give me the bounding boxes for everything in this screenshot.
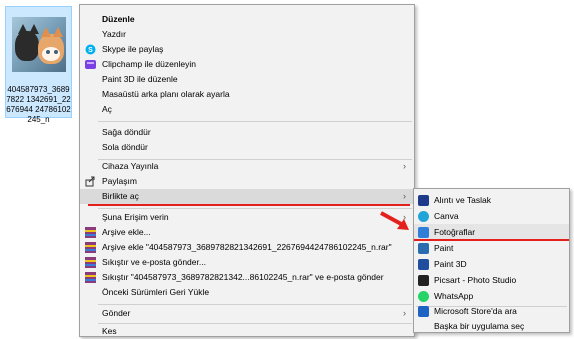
submenu-item-label: Microsoft Store'da ara [434,306,517,316]
submenu-item-store-search[interactable]: Microsoft Store'da ara [414,303,569,319]
menu-item-send-to[interactable]: Gönder › [80,306,414,321]
menu-item-label: Gönder [102,308,131,318]
menu-item-give-access[interactable]: Şuna Erişim verin › [80,210,414,225]
menu-item-label: Birlikte aç [102,191,139,201]
menu-item-open[interactable]: Aç [80,102,414,117]
menu-item-rotate-left[interactable]: Sola döndür [80,140,414,155]
menu-item-label: Düzenle [102,14,135,24]
annotation-underline-photos [414,239,569,241]
menu-item-label: Masaüstü arka planı olarak ayarla [102,89,230,99]
store-icon [418,306,429,317]
menu-item-label: Önceki Sürümleri Geri Yükle [102,287,210,297]
submenu-item-label: WhatsApp [434,291,474,301]
menu-item-label: Paylaşım [102,176,137,186]
menu-item-print[interactable]: Yazdır [80,27,414,42]
menu-item-label: Clipchamp ile düzenleyin [102,59,197,69]
image-thumbnail [12,17,66,72]
submenu-item-photos[interactable]: Fotoğraflar [414,224,569,240]
submenu-item-label: Başka bir uygulama seç [434,321,525,331]
open-with-submenu: Alıntı ve Taslak Canva Fotoğraflar Paint… [413,188,570,333]
snip-sketch-icon [418,195,429,206]
menu-separator [98,208,412,209]
menu-item-add-to-archive[interactable]: Arşive ekle... [80,225,414,240]
submenu-item-label: Paint [434,243,454,253]
skype-icon: S [85,44,96,55]
menu-item-add-to-named-archive[interactable]: Arşive ekle "404587973_3689782821342691_… [80,240,414,255]
whatsapp-icon [418,291,429,302]
submenu-item-label: Picsart - Photo Studio [434,275,517,285]
menu-separator [98,304,412,305]
submenu-item-canva[interactable]: Canva [414,208,569,224]
menu-item-label: Yazdır [102,29,126,39]
menu-item-label: Sıkıştır "404587973_3689782821342...8610… [102,272,384,282]
menu-item-label: Cihaza Yayınla [102,161,159,171]
paint3d-icon [418,259,429,270]
menu-item-label: Şuna Erişim verin [102,212,169,222]
submenu-item-choose-another-app[interactable]: Başka bir uygulama seç [414,318,569,334]
menu-item-skype-share[interactable]: S Skype ile paylaş [80,42,414,57]
menu-item-compress-named-email[interactable]: Sıkıştır "404587973_3689782821342...8610… [80,270,414,285]
menu-item-label: Sağa döndür [102,127,151,137]
menu-item-restore-previous[interactable]: Önceki Sürümleri Geri Yükle [80,285,414,300]
menu-item-label: Sola döndür [102,142,148,152]
menu-item-open-with[interactable]: Birlikte aç › [80,189,414,204]
submenu-item-picsart[interactable]: Picsart - Photo Studio [414,272,569,288]
menu-item-cast-to-device[interactable]: Cihaza Yayınla › [80,159,414,174]
desktop-file-icon[interactable]: 404587973_36897822 1342691_22676944 2478… [5,6,72,124]
menu-item-edit[interactable]: Düzenle [80,12,414,27]
clipchamp-icon [85,59,96,70]
submenu-item-label: Fotoğraflar [434,227,476,237]
menu-item-label: Kes [102,326,117,336]
svg-text:S: S [88,47,93,54]
submenu-item-label: Paint 3D [434,259,467,269]
chevron-right-icon: › [403,308,406,318]
submenu-item-whatsapp[interactable]: WhatsApp [414,288,569,304]
menu-separator [98,121,412,122]
share-icon [85,176,96,187]
file-name-label: 404587973_36897822 1342691_22676944 2478… [6,85,71,124]
submenu-item-label: Alıntı ve Taslak [434,195,492,205]
annotation-arrow-icon [380,211,409,230]
photos-icon [418,227,429,238]
winrar-icon [85,257,96,268]
chevron-right-icon: › [403,161,406,171]
menu-item-label: Skype ile paylaş [102,44,164,54]
canva-icon [418,211,429,222]
paint-icon [418,243,429,254]
menu-item-label: Paint 3D ile düzenle [102,74,178,84]
submenu-item-paint[interactable]: Paint [414,240,569,256]
menu-item-compress-email[interactable]: Sıkıştır ve e-posta gönder... [80,255,414,270]
submenu-item-label: Canva [434,211,459,221]
menu-item-set-background[interactable]: Masaüstü arka planı olarak ayarla [80,87,414,102]
menu-item-clipchamp[interactable]: Clipchamp ile düzenleyin [80,57,414,72]
winrar-icon [85,242,96,253]
menu-item-share[interactable]: Paylaşım [80,174,414,189]
winrar-icon [85,227,96,238]
chevron-right-icon: › [403,191,406,201]
annotation-underline-open-with [88,204,410,206]
picsart-icon [418,275,429,286]
menu-item-label: Aç [102,104,112,114]
winrar-icon [85,272,96,283]
context-menu: Düzenle Yazdır S Skype ile paylaş Clipch… [79,4,415,337]
menu-item-label: Arşive ekle "404587973_3689782821342691_… [102,242,392,252]
submenu-item-snip-sketch[interactable]: Alıntı ve Taslak [414,192,569,208]
submenu-item-paint3d[interactable]: Paint 3D [414,256,569,272]
menu-item-label: Arşive ekle... [102,227,151,237]
menu-item-rotate-right[interactable]: Sağa döndür [80,125,414,140]
menu-item-label: Sıkıştır ve e-posta gönder... [102,257,206,267]
menu-item-paint3d-edit[interactable]: Paint 3D ile düzenle [80,72,414,87]
